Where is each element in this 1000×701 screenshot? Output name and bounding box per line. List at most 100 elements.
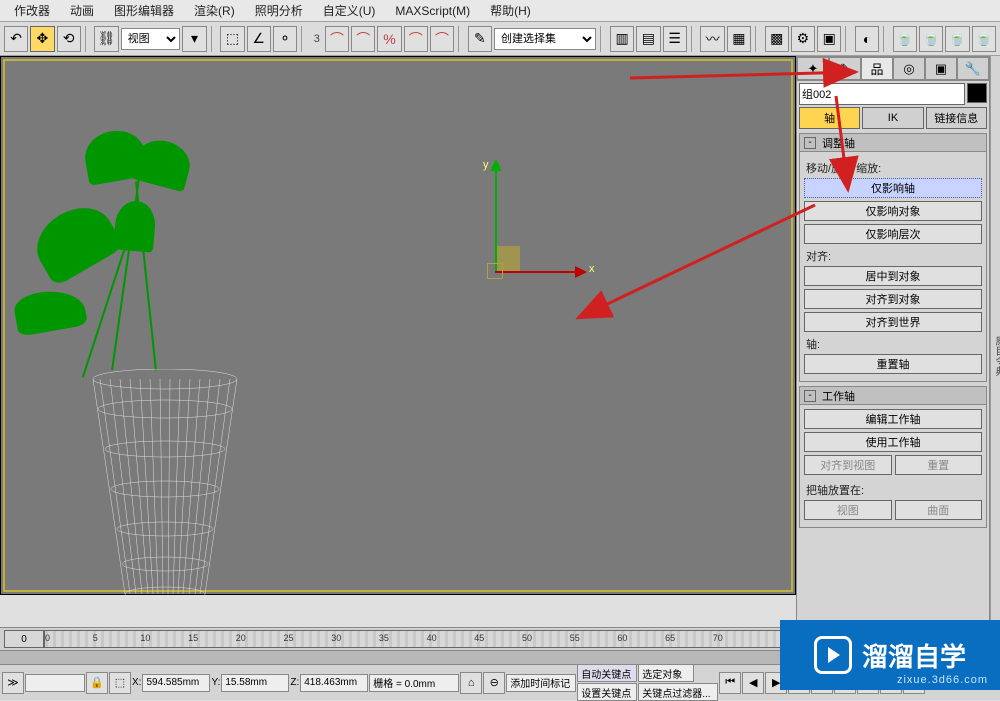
right-collapsed-strip[interactable]: 原目令典 <box>990 56 1000 652</box>
teapot-4-button[interactable]: 🍵 <box>972 26 996 52</box>
selection-set-dropdown[interactable]: 创建选择集 <box>494 28 596 50</box>
teapot-1-button[interactable]: 🍵 <box>893 26 917 52</box>
ik-subtab[interactable]: IK <box>862 107 923 129</box>
align-button[interactable]: ▤ <box>636 26 660 52</box>
teapot-2-button[interactable]: 🍵 <box>919 26 943 52</box>
menu-modifiers[interactable]: 作改器 <box>4 2 60 19</box>
add-time-tag[interactable]: 添加时间标记 <box>506 674 576 692</box>
scene-object-plant[interactable] <box>15 111 265 611</box>
coord-center-button[interactable]: ▾ <box>182 26 206 52</box>
named-sel-edit[interactable]: ✎ <box>468 26 492 52</box>
gizmo-x-axis[interactable] <box>495 271 575 273</box>
use-working-pivot-button[interactable]: 使用工作轴 <box>804 432 982 452</box>
x-coord[interactable]: 594.585mm <box>142 674 210 692</box>
y-coord[interactable]: 15.58mm <box>221 674 289 692</box>
percent-snap-toggle[interactable]: ⚬ <box>273 26 297 52</box>
play-prev-button[interactable]: ◀ <box>742 672 764 694</box>
link-button[interactable]: ⛓ <box>94 26 118 52</box>
schematic-view-button[interactable]: ▦ <box>727 26 751 52</box>
display-tab[interactable]: ▣ <box>925 57 957 80</box>
affect-pivot-only-button[interactable]: 仅影响轴 <box>804 178 982 198</box>
menu-help[interactable]: 帮助(H) <box>480 2 541 19</box>
motion-tab[interactable]: ◎ <box>893 57 925 80</box>
select-move-button[interactable]: ✥ <box>30 26 54 52</box>
adjust-pivot-header[interactable]: - 调整轴 <box>800 134 986 152</box>
snap-options-4[interactable]: ⌒ <box>404 26 428 52</box>
adjust-pivot-rollout: - 调整轴 移动/旋转/缩放: 仅影响轴 仅影响对象 仅影响层次 对齐: 居中到… <box>799 133 987 382</box>
reset-pivot-button[interactable]: 重置轴 <box>804 354 982 374</box>
place-surface-button[interactable]: 曲面 <box>895 500 983 520</box>
create-tab[interactable]: ✦ <box>797 57 829 80</box>
hierarchy-tab[interactable]: 品 <box>861 57 893 80</box>
object-name-input[interactable] <box>799 83 965 105</box>
layers-button[interactable]: ☰ <box>663 26 687 52</box>
plant-leaves <box>15 111 265 391</box>
menu-animation[interactable]: 动画 <box>60 2 104 19</box>
snap-options-5[interactable]: ⌒ <box>430 26 454 52</box>
watermark-url: zixue.3d66.com <box>897 674 988 686</box>
object-color-swatch[interactable] <box>967 83 987 103</box>
z-coord[interactable]: 418.463mm <box>300 674 368 692</box>
align-to-object-button[interactable]: 对齐到对象 <box>804 289 982 309</box>
undo-button[interactable]: ↶ <box>4 26 28 52</box>
menu-bar: 作改器 动画 图形编辑器 渲染(R) 照明分析 自定义(U) MAXScript… <box>0 0 1000 22</box>
play-start-button[interactable]: ⏮ <box>719 672 741 694</box>
pivot-label: 轴: <box>806 336 982 352</box>
move-rotate-scale-label: 移动/旋转/缩放: <box>806 160 982 176</box>
watermark-badge: 溜溜自学 zixue.3d66.com <box>780 620 1000 690</box>
teapot-3-button[interactable]: 🍵 <box>945 26 969 52</box>
command-panel: ✦ ✎ 品 ◎ ▣ 🔧 轴 IK 链接信息 - 调整轴 移动/旋转/缩放: 仅影… <box>796 56 990 652</box>
view-coord-select[interactable]: 视图 <box>121 28 181 50</box>
watermark-text: 溜溜自学 <box>862 637 966 674</box>
reset-working-pivot-button[interactable]: 重置 <box>895 455 983 475</box>
menu-customize[interactable]: 自定义(U) <box>313 2 386 19</box>
set-key-button[interactable]: 设置关键点 <box>577 683 637 701</box>
edit-working-pivot-button[interactable]: 编辑工作轴 <box>804 409 982 429</box>
menu-rendering[interactable]: 渲染(R) <box>184 2 245 19</box>
auto-key-button[interactable]: 自动关键点 <box>577 664 637 682</box>
rotate-button[interactable]: ⟲ <box>57 26 81 52</box>
snap-toggle[interactable]: ⬚ <box>220 26 244 52</box>
mirror-button[interactable]: ▥ <box>610 26 634 52</box>
center-to-object-button[interactable]: 居中到对象 <box>804 266 982 286</box>
snap-options-2[interactable]: ⌒ <box>351 26 375 52</box>
render-production-button[interactable]: ◐ <box>855 26 879 52</box>
utilities-tab[interactable]: 🔧 <box>957 57 989 80</box>
key-filters-button[interactable]: 关键点过滤器... <box>638 683 718 701</box>
curve-editor-button[interactable]: 〰 <box>700 26 724 52</box>
isolate-button[interactable]: ⬚ <box>109 672 131 694</box>
render-frame-button[interactable]: ▣ <box>817 26 841 52</box>
angle-snap-toggle[interactable]: ∠ <box>247 26 271 52</box>
snap-options-3[interactable]: % <box>377 26 401 52</box>
menu-lighting[interactable]: 照明分析 <box>245 2 313 19</box>
x-label: X: <box>132 677 141 688</box>
snap-options-1[interactable]: ⌒ <box>325 26 349 52</box>
affect-hierarchy-only-button[interactable]: 仅影响层次 <box>804 224 982 244</box>
grid-readout: 栅格 = 0.0mm <box>369 674 459 692</box>
material-editor-button[interactable]: ▩ <box>765 26 789 52</box>
modify-tab[interactable]: ✎ <box>829 57 861 80</box>
link-info-subtab[interactable]: 链接信息 <box>926 107 987 129</box>
align-to-world-button[interactable]: 对齐到世界 <box>804 312 982 332</box>
key-target-dropdown[interactable]: 选定对象 <box>638 664 694 682</box>
affect-object-only-button[interactable]: 仅影响对象 <box>804 201 982 221</box>
render-setup-button[interactable]: ⚙ <box>791 26 815 52</box>
maxscript-mini-button[interactable]: ≫ <box>2 672 24 694</box>
gizmo-y-axis[interactable] <box>495 171 497 271</box>
axis-x-label: x <box>589 263 595 275</box>
y-label: Y: <box>211 677 220 688</box>
lock-selection-button[interactable]: 🔒 <box>86 672 108 694</box>
align-label: 对齐: <box>806 248 982 264</box>
key-mode-button[interactable]: ⊖ <box>483 672 505 694</box>
menu-maxscript[interactable]: MAXScript(M) <box>385 4 480 18</box>
time-tag-button[interactable]: ⌂ <box>460 672 482 694</box>
working-pivot-header[interactable]: - 工作轴 <box>800 387 986 405</box>
time-slider-knob[interactable]: 0 <box>4 630 44 648</box>
viewport[interactable]: y x <box>0 56 796 595</box>
align-to-view-button[interactable]: 对齐到视图 <box>804 455 892 475</box>
place-view-button[interactable]: 视图 <box>804 500 892 520</box>
prompt-area <box>25 674 85 692</box>
menu-graph-editors[interactable]: 图形编辑器 <box>104 2 184 19</box>
place-pivot-label: 把轴放置在: <box>806 482 982 498</box>
pivot-subtab[interactable]: 轴 <box>799 107 860 129</box>
